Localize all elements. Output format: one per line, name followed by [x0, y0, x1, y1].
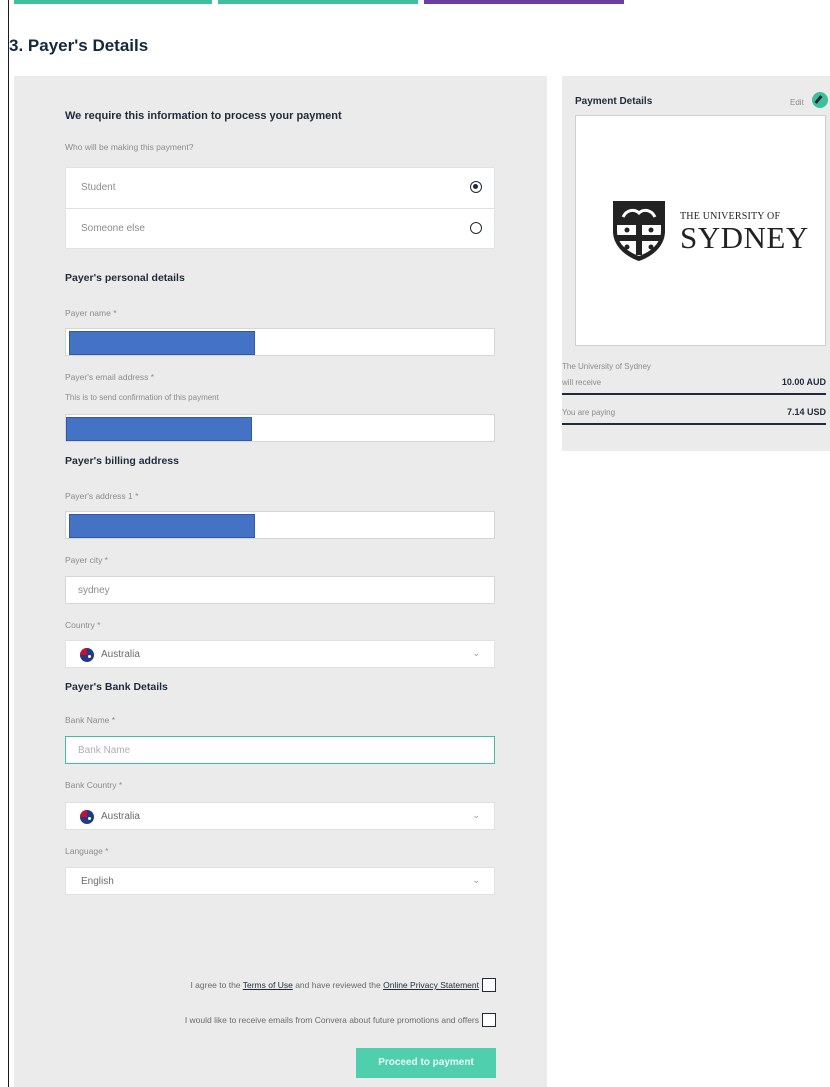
logo-text-main: SYDNEY	[680, 220, 809, 255]
chevron-down-icon: ⌄	[472, 875, 480, 885]
bank-name-label: Bank Name *	[65, 715, 116, 725]
bank-name-input[interactable]	[66, 737, 494, 763]
bank-country-select[interactable]: Australia ⌄	[65, 802, 495, 830]
bank-country-value: Australia	[101, 811, 140, 822]
promo-checkbox[interactable]	[482, 1013, 496, 1027]
chevron-down-icon: ⌄	[472, 810, 480, 820]
bank-country-label: Bank Country *	[65, 780, 123, 790]
summary-divider	[562, 423, 826, 425]
email-hint: This is to send confirmation of this pay…	[65, 393, 219, 402]
email-label: Payer's email address *	[65, 372, 155, 382]
address-field[interactable]	[65, 511, 495, 539]
billing-address-heading: Payer's billing address	[65, 455, 179, 467]
radio-selected-icon[interactable]	[470, 181, 482, 193]
payer-option-label: Student	[81, 182, 116, 193]
australia-flag-icon	[80, 810, 94, 824]
country-select[interactable]: Australia ⌄	[65, 640, 495, 668]
progress-step-1	[14, 0, 212, 4]
paying-label: You are paying	[562, 408, 616, 417]
language-select[interactable]: English ⌄	[65, 867, 495, 895]
bank-name-field[interactable]	[65, 736, 495, 764]
promo-opt-in-text: I would like to receive emails from Conv…	[184, 1015, 479, 1025]
payer-option-someone-else[interactable]: Someone else	[66, 209, 494, 250]
payer-option-student[interactable]: Student	[66, 168, 494, 209]
personal-details-heading: Payer's personal details	[65, 272, 185, 284]
address-label: Payer's address 1 *	[65, 491, 139, 501]
privacy-statement-link[interactable]: Online Privacy Statement	[383, 980, 479, 990]
terms-of-use-link[interactable]: Terms of Use	[243, 980, 293, 990]
terms-agreement-text: I agree to the Terms of Use and have rev…	[190, 980, 479, 990]
language-label: Language *	[65, 846, 109, 856]
receiver-will-receive: will receive	[562, 378, 602, 387]
agree-middle: and have reviewed the	[292, 980, 384, 990]
edit-pencil-icon[interactable]	[812, 92, 828, 108]
proceed-to-payment-button[interactable]: Proceed to payment	[356, 1048, 496, 1078]
payer-name-field[interactable]	[65, 328, 495, 356]
form-intro: We require this information to process y…	[65, 110, 342, 122]
payer-option-label: Someone else	[81, 223, 145, 234]
receive-amount: 10.00 AUD	[781, 377, 826, 387]
payer-question: Who will be making this payment?	[65, 142, 194, 152]
payment-details-title: Payment Details	[575, 96, 653, 107]
city-label: Payer city *	[65, 555, 108, 565]
progress-step-3	[424, 0, 624, 4]
email-field[interactable]	[65, 414, 495, 442]
city-input[interactable]	[66, 577, 494, 603]
city-field[interactable]	[65, 576, 495, 604]
country-value: Australia	[101, 649, 140, 660]
receiver-name: The University of Sydney	[562, 362, 651, 371]
country-label: Country *	[65, 620, 101, 630]
window-left-border	[8, 0, 9, 1087]
redaction-box	[69, 514, 255, 538]
payer-name-label: Payer name *	[65, 308, 117, 318]
edit-link[interactable]: Edit	[790, 98, 804, 107]
chevron-down-icon: ⌄	[472, 648, 480, 658]
progress-step-2	[218, 0, 418, 4]
payer-radio-group: Student Someone else	[65, 167, 495, 249]
agree-prefix: I agree to the	[190, 980, 243, 990]
terms-checkbox[interactable]	[482, 978, 496, 992]
university-crest-icon	[613, 201, 665, 261]
redaction-box	[66, 417, 252, 441]
redaction-box	[69, 331, 255, 355]
language-value: English	[81, 876, 114, 887]
radio-unselected-icon[interactable]	[470, 222, 482, 234]
australia-flag-icon	[80, 648, 94, 662]
bank-details-heading: Payer's Bank Details	[65, 681, 168, 693]
summary-divider	[562, 393, 826, 395]
page-title: 3. Payer's Details	[9, 36, 149, 55]
paying-amount: 7.14 USD	[786, 407, 826, 417]
